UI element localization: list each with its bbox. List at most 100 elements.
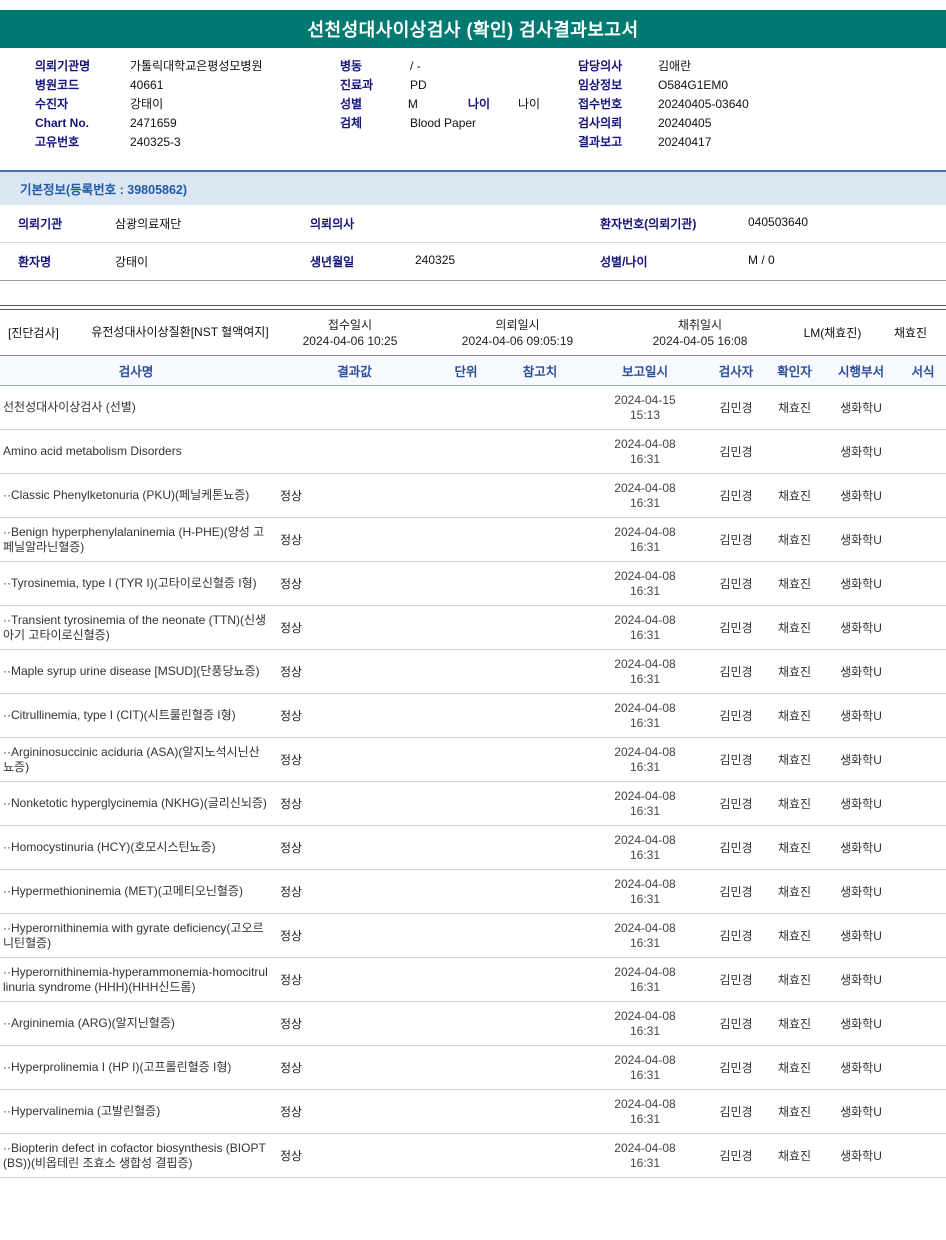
header-field-row: 접수번호 20240405-03640: [578, 95, 946, 114]
confirmer-cell: 채효진: [777, 885, 812, 899]
report-time: 16:31: [629, 715, 661, 730]
department-cell: 생화학U: [840, 841, 882, 855]
report-time: 16:31: [629, 671, 661, 686]
result-value-cell: 정상: [280, 753, 303, 767]
header-field-label: 수진자: [35, 97, 69, 111]
col-header-form: 서식: [911, 365, 935, 379]
collection-datetime: 채취일시 2024-04-05 16:08: [610, 317, 790, 349]
header-field-value: / -: [410, 59, 421, 73]
report-time: 16:31: [629, 891, 661, 906]
department-cell: 생화학U: [840, 533, 882, 547]
department-cell: 생화학U: [840, 401, 882, 415]
test-name-cell: ··Argininosuccinic aciduria (ASA)(알지노석시닌…: [3, 744, 260, 774]
header-field-value: 김애란: [658, 59, 692, 73]
result-row: 선천성대사이상검사 (선별) 2024-04-15 15:13 김민경 채효진 …: [0, 386, 946, 430]
header-field-row: 결과보고 20240417: [578, 133, 946, 152]
report-date: 2024-04-08: [614, 832, 676, 847]
tester-cell: 김민경: [719, 885, 753, 899]
header-field-row: 병동 / -: [340, 57, 578, 76]
test-name-cell: ··Hyperornithinemia-hyperammonemia-homoc…: [3, 964, 268, 994]
result-row: ··Hyperornithinemia with gyrate deficien…: [0, 914, 946, 958]
header-field-label2: 나이: [467, 97, 490, 111]
report-date: 2024-04-08: [614, 1096, 676, 1111]
report-datetime-cell: 2024-04-08 16:31: [585, 613, 705, 643]
result-row: ··Nonketotic hyperglycinemia (NKHG)(글리신뇌…: [0, 782, 946, 826]
result-row: ··Hypervalinemia (고발린혈증) 정상 2024-04-08 1…: [0, 1090, 946, 1134]
tester-cell: 김민경: [719, 489, 753, 503]
department-cell: 생화학U: [840, 753, 882, 767]
test-name-cell: ··Maple syrup urine disease [MSUD](단풍당뇨증…: [3, 664, 260, 678]
test-name-cell: ··Biopterin defect in cofactor biosynthe…: [3, 1140, 266, 1170]
confirmer-cell: 채효진: [777, 621, 812, 635]
result-row: ··Benign hyperphenylalaninemia (H-PHE)(양…: [0, 518, 946, 562]
header-field-value: 2471659: [130, 116, 177, 130]
report-title-bar: 선천성대사이상검사 (확인) 검사결과보고서: [0, 10, 946, 48]
header-info: 의뢰기관명 가톨릭대학교은평성모병원 병원코드 40661 수진자 강태이 Ch…: [0, 48, 946, 162]
report-datetime-cell: 2024-04-08 16:31: [585, 921, 705, 951]
diagnostic-test-row: [진단검사] 유전성대사이상질환[NST 혈액여지] 접수일시 2024-04-…: [0, 310, 946, 356]
report-datetime-cell: 2024-04-08 16:31: [585, 1053, 705, 1083]
result-value-cell: 정상: [280, 577, 303, 591]
report-date: 2024-04-08: [614, 1140, 676, 1155]
department-cell: 생화학U: [840, 885, 882, 899]
confirmer-cell: 채효진: [777, 533, 812, 547]
report-page: 선천성대사이상검사 (확인) 검사결과보고서 의뢰기관명 가톨릭대학교은평성모병…: [0, 0, 946, 1240]
field-label-birthdate: 생년월일: [310, 255, 355, 269]
tester-cell: 김민경: [719, 753, 753, 767]
report-date: 2024-04-08: [614, 920, 676, 935]
report-datetime-cell: 2024-04-08 16:31: [585, 525, 705, 555]
collection-datetime-label: 채취일시: [677, 317, 723, 332]
field-label-referring-org: 의뢰기관: [0, 205, 95, 243]
result-value-cell: 정상: [280, 1017, 303, 1031]
field-value-patient-name: 강태이: [115, 255, 149, 269]
report-datetime-cell: 2024-04-08 16:31: [585, 481, 705, 511]
report-date: 2024-04-08: [614, 1008, 676, 1023]
report-date: 2024-04-08: [614, 744, 676, 759]
result-row: ··Homocystinuria (HCY)(호모시스틴뇨증) 정상 2024-…: [0, 826, 946, 870]
report-title: 선천성대사이상검사 (확인) 검사결과보고서: [307, 20, 639, 40]
report-time: 16:31: [629, 1111, 661, 1126]
department-cell: 생화학U: [840, 1105, 882, 1119]
report-date: 2024-04-15: [614, 392, 676, 407]
report-date: 2024-04-08: [614, 524, 676, 539]
result-value-cell: 정상: [280, 1105, 303, 1119]
tester-cell: 김민경: [719, 533, 753, 547]
header-field-row: 수진자 강태이: [35, 95, 340, 114]
header-field-row: Chart No. 2471659: [35, 114, 340, 133]
confirmer-cell: 채효진: [777, 929, 812, 943]
department-cell: 생화학U: [840, 929, 882, 943]
field-value-birthdate: 240325: [415, 253, 456, 267]
header-field-value: 20240417: [658, 135, 712, 149]
patient-info-table: 의뢰기관 삼광의료재단 의뢰의사 환자번호(의뢰기관) 040503640 환자…: [0, 205, 946, 281]
tester-cell: 김민경: [719, 1149, 753, 1163]
test-name-cell: ··Nonketotic hyperglycinemia (NKHG)(글리신뇌…: [3, 796, 267, 810]
header-field-row: 담당의사 김애란: [578, 57, 946, 76]
department-cell: 생화학U: [840, 665, 882, 679]
confirmer-cell: 채효진: [777, 577, 812, 591]
report-date: 2024-04-08: [614, 876, 676, 891]
header-field-value: 강태이: [130, 97, 164, 111]
confirmer-cell: 채효진: [777, 489, 812, 503]
request-datetime: 의뢰일시 2024-04-06 09:05:19: [425, 317, 610, 349]
header-field-label: 병원코드: [35, 78, 80, 92]
collection-nurse: 채효진: [893, 326, 928, 340]
report-time: 16:31: [629, 451, 661, 466]
tester-cell: 김민경: [719, 665, 753, 679]
report-time: 16:31: [629, 583, 661, 598]
tester-cell: 김민경: [719, 577, 753, 591]
header-field-row: 성별 M 나이 나이: [340, 95, 578, 114]
test-name-cell: ··Citrullinemia, type I (CIT)(시트룰린혈증 I형): [3, 708, 236, 722]
header-field-label: 접수번호: [578, 97, 623, 111]
report-datetime-cell: 2024-04-08 16:31: [585, 657, 705, 687]
report-date: 2024-04-08: [614, 1052, 676, 1067]
header-field-label: Chart No.: [35, 116, 89, 130]
field-value-referring-doctor: [395, 205, 580, 243]
header-field-label: 검체: [340, 116, 363, 130]
test-name-cell: Amino acid metabolism Disorders: [3, 444, 182, 458]
col-header-unit: 단위: [454, 365, 478, 379]
header-field-label: 검사의뢰: [578, 116, 623, 130]
header-col-left: 의뢰기관명 가톨릭대학교은평성모병원 병원코드 40661 수진자 강태이 Ch…: [35, 57, 340, 152]
report-time: 16:31: [629, 1067, 661, 1082]
test-name-cell: ··Transient tyrosinemia of the neonate (…: [3, 612, 267, 642]
report-datetime-cell: 2024-04-15 15:13: [585, 393, 705, 423]
